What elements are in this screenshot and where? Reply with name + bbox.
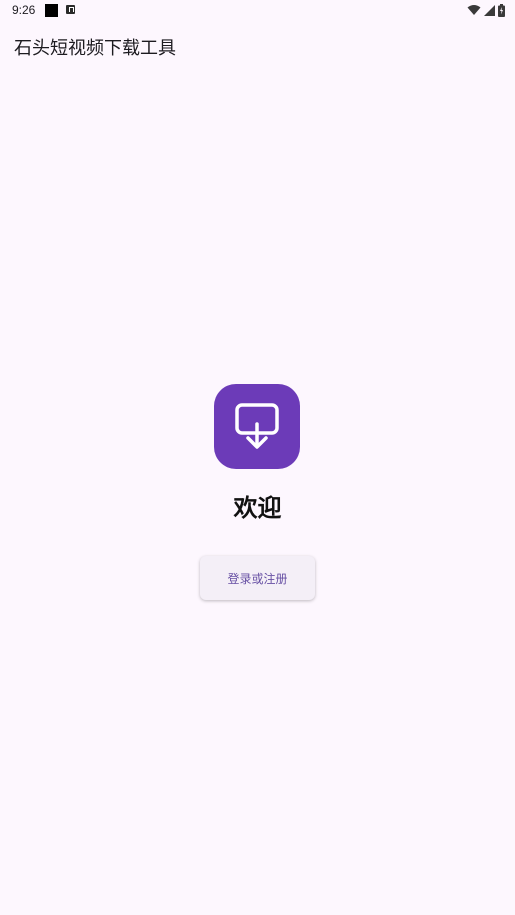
notification-square-icon bbox=[45, 4, 58, 17]
accessibility-a-icon bbox=[66, 5, 75, 14]
app-bar: 石头短视频下载工具 bbox=[0, 22, 515, 70]
status-icons bbox=[467, 3, 505, 17]
login-register-button[interactable]: 登录或注册 bbox=[200, 556, 315, 600]
wifi-icon bbox=[467, 5, 481, 15]
status-bar: 9:26 bbox=[0, 0, 515, 22]
welcome-heading: 欢迎 bbox=[233, 494, 282, 522]
status-time: 9:26 bbox=[12, 3, 36, 17]
battery-icon bbox=[498, 3, 505, 17]
app-title: 石头短视频下载工具 bbox=[14, 38, 176, 59]
signal-icon bbox=[484, 4, 495, 16]
download-screen-icon bbox=[235, 402, 279, 449]
app-logo bbox=[214, 384, 300, 469]
